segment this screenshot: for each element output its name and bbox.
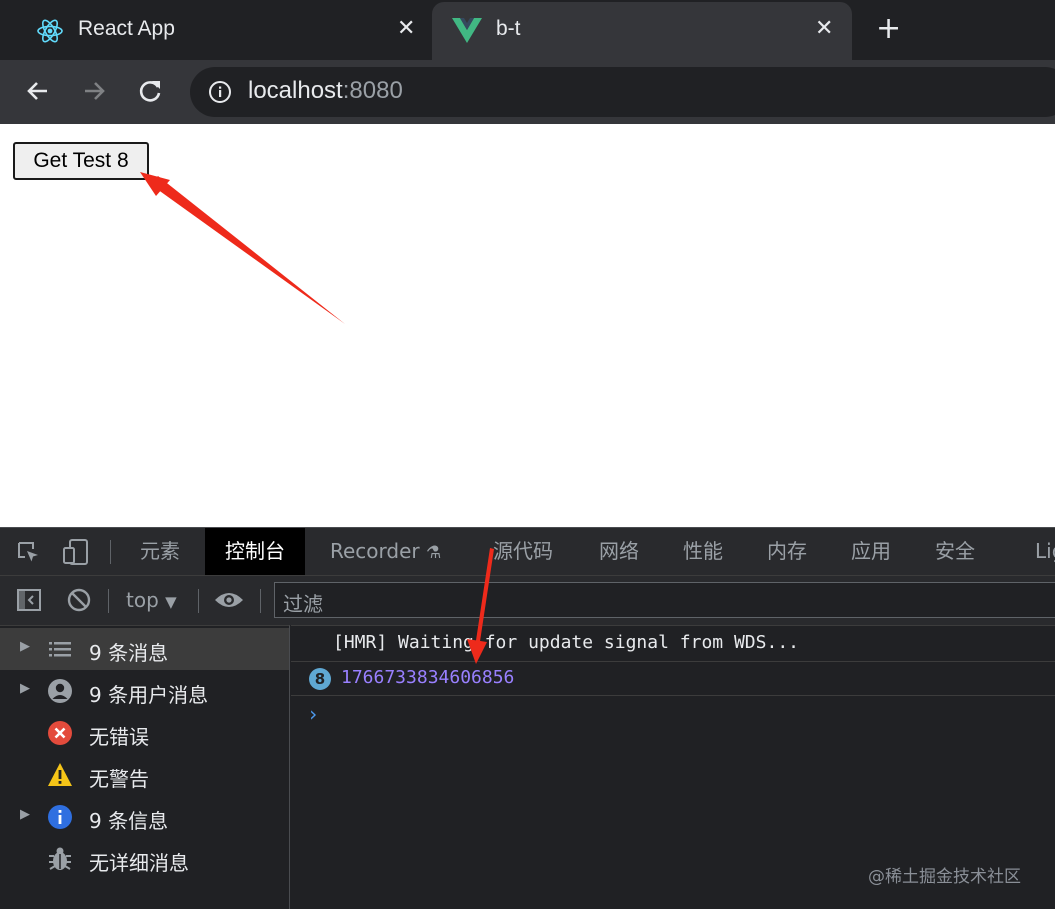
sidebar-item-user-messages[interactable]: ▶ 9 条用户消息 <box>0 670 289 712</box>
error-icon <box>47 720 73 746</box>
console-message: 8 1766733834606856 <box>291 662 1055 696</box>
console-filter-input[interactable]: 过滤 <box>274 582 1055 618</box>
clear-console-icon[interactable] <box>66 587 92 617</box>
device-toolbar-icon[interactable] <box>62 538 90 570</box>
browser-tab-strip: React App ✕ b-t ✕ + <box>0 0 1055 62</box>
console-sidebar: ▶ 9 条消息 ▶ 9 条用户消息 无错误 无警告 ▶ 9 条信息 无详细消息 <box>0 625 290 909</box>
site-info-icon[interactable] <box>208 80 232 108</box>
tab-application[interactable]: 应用 <box>851 528 891 575</box>
tab-memory[interactable]: 内存 <box>767 528 807 575</box>
url-port: :8080 <box>342 77 403 104</box>
warning-icon <box>47 762 73 788</box>
browser-toolbar: localhost:8080 <box>0 60 1055 124</box>
toolbar-divider <box>108 589 109 613</box>
expand-arrow-icon[interactable]: ▶ <box>20 639 30 654</box>
info-icon <box>47 804 73 830</box>
vue-icon <box>452 16 482 48</box>
get-test-button[interactable]: Get Test 8 <box>13 142 149 180</box>
devtools-tab-bar: 元素 控制台 Recorder ⚗ 源代码 网络 性能 内存 应用 安全 Lig <box>0 527 1055 575</box>
sidebar-item-label: 无错误 <box>89 725 149 749</box>
dropdown-arrow-icon: ▼ <box>165 593 177 611</box>
expand-arrow-icon[interactable]: ▶ <box>20 681 30 696</box>
tab-console[interactable]: 控制台 <box>205 528 305 575</box>
toolbar-divider <box>260 589 261 613</box>
address-bar[interactable]: localhost:8080 <box>190 67 1055 117</box>
tab-title: React App <box>78 17 175 40</box>
close-tab-icon[interactable]: ✕ <box>815 18 833 40</box>
tab-recorder[interactable]: Recorder ⚗ <box>330 528 441 575</box>
context-selector[interactable]: top ▼ <box>126 588 177 612</box>
sidebar-item-label: 无详细消息 <box>89 851 189 875</box>
sidebar-item-verbose[interactable]: 无详细消息 <box>0 838 289 880</box>
sidebar-item-errors[interactable]: 无错误 <box>0 712 289 754</box>
filter-placeholder: 过滤 <box>283 592 323 616</box>
tab-performance[interactable]: 性能 <box>683 528 723 575</box>
eye-icon[interactable] <box>214 589 244 615</box>
back-button[interactable] <box>21 74 55 108</box>
console-message-text: [HMR] Waiting for update signal from WDS… <box>333 632 799 653</box>
console-message: [HMR] Waiting for update signal from WDS… <box>291 626 1055 662</box>
console-prompt-icon[interactable]: › <box>307 702 319 726</box>
forward-button[interactable] <box>77 74 111 108</box>
tab-lighthouse[interactable]: Lig <box>1035 528 1055 575</box>
sidebar-item-label: 9 条信息 <box>89 809 169 833</box>
url-host: localhost <box>248 77 343 104</box>
sidebar-item-messages[interactable]: ▶ 9 条消息 <box>0 628 289 670</box>
react-icon <box>36 17 64 49</box>
repeat-count-badge: 8 <box>309 668 331 690</box>
sidebar-item-label: 无警告 <box>89 767 149 791</box>
new-tab-button[interactable]: + <box>876 14 901 44</box>
tab-title: b-t <box>496 17 521 40</box>
tab-b-t[interactable]: b-t ✕ <box>432 2 852 62</box>
sidebar-item-warnings[interactable]: 无警告 <box>0 754 289 796</box>
context-value: top <box>126 588 159 612</box>
inspect-element-icon[interactable] <box>16 540 42 570</box>
toolbar-divider <box>198 589 199 613</box>
tab-elements[interactable]: 元素 <box>140 528 180 575</box>
arrow-right-icon <box>85 82 105 100</box>
list-icon <box>47 636 73 662</box>
reload-button[interactable] <box>133 74 167 108</box>
sidebar-item-label: 9 条消息 <box>89 641 169 665</box>
sidebar-item-info[interactable]: ▶ 9 条信息 <box>0 796 289 838</box>
expand-arrow-icon[interactable]: ▶ <box>20 807 30 822</box>
tab-react-app[interactable]: React App ✕ <box>0 0 430 60</box>
bug-icon <box>47 846 73 872</box>
console-number-value: 1766733834606856 <box>341 667 515 688</box>
flask-icon: ⚗ <box>426 543 442 563</box>
watermark: @稀土掘金技术社区 <box>868 867 1021 887</box>
user-icon <box>47 678 73 704</box>
page-viewport: Get Test 8 <box>0 124 1055 527</box>
reload-icon <box>139 81 161 102</box>
sidebar-toggle-icon[interactable] <box>16 587 42 617</box>
close-tab-icon[interactable]: ✕ <box>397 18 415 40</box>
tab-security[interactable]: 安全 <box>935 528 975 575</box>
console-filter-bar: top ▼ 过滤 <box>0 575 1055 625</box>
toolbar-divider <box>110 540 111 564</box>
tab-sources[interactable]: 源代码 <box>493 528 553 575</box>
sidebar-item-label: 9 条用户消息 <box>89 683 209 707</box>
url-text: localhost:8080 <box>248 77 403 105</box>
tab-network[interactable]: 网络 <box>599 528 639 575</box>
devtools-panel: 元素 控制台 Recorder ⚗ 源代码 网络 性能 内存 应用 安全 Lig… <box>0 527 1055 909</box>
arrow-left-icon <box>27 82 47 100</box>
tab-recorder-label: Recorder <box>330 539 420 563</box>
